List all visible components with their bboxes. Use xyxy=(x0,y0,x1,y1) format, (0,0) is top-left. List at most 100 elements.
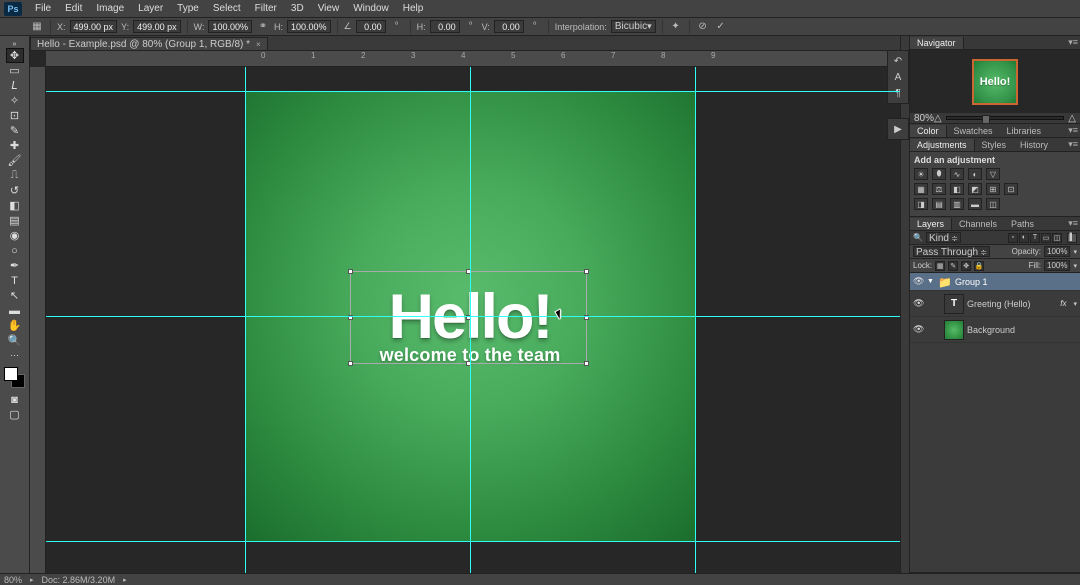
menu-filter[interactable]: Filter xyxy=(248,1,284,16)
brightness-icon[interactable]: ☀ xyxy=(914,168,928,180)
menu-layer[interactable]: Layer xyxy=(131,1,170,16)
filter-icon[interactable]: 🔍 xyxy=(913,233,923,242)
status-zoom[interactable]: 80% xyxy=(4,575,22,585)
gradient-tool[interactable]: ▤ xyxy=(6,213,24,228)
lock-pos-icon[interactable]: ✥ xyxy=(961,261,971,271)
character-mini-icon[interactable]: A xyxy=(890,69,906,85)
filter-toggle[interactable]: ▌ xyxy=(1067,233,1077,243)
menu-view[interactable]: View xyxy=(311,1,347,16)
zoom-out-icon[interactable]: △ xyxy=(934,113,942,124)
guide-vertical[interactable] xyxy=(470,67,471,573)
tab-history[interactable]: History xyxy=(1013,139,1055,151)
color-swatch[interactable] xyxy=(4,367,25,388)
navigator-thumbnail[interactable]: Hello! xyxy=(972,59,1018,105)
panel-menu-icon[interactable]: ▾≡ xyxy=(1068,139,1078,150)
fx-expand-icon[interactable]: ▾ xyxy=(1073,300,1080,308)
menu-help[interactable]: Help xyxy=(396,1,431,16)
filter-adjust-icon[interactable]: ◐ xyxy=(1019,233,1029,243)
gradientmap-icon[interactable]: ▬ xyxy=(968,198,982,210)
tab-channels[interactable]: Channels xyxy=(952,218,1004,230)
h-input[interactable]: 100.00% xyxy=(287,20,331,33)
menu-select[interactable]: Select xyxy=(206,1,248,16)
marquee-tool[interactable]: ▭ xyxy=(6,63,24,78)
invert-icon[interactable]: ◨ xyxy=(914,198,928,210)
bw-icon[interactable]: ◧ xyxy=(950,183,964,195)
quickmask-icon[interactable]: ◙ xyxy=(6,392,24,407)
filter-pixel-icon[interactable]: ▫ xyxy=(1008,233,1018,243)
skewv-input[interactable]: 0.00 xyxy=(494,20,524,33)
guide-vertical[interactable] xyxy=(245,67,246,573)
transform-anchor-icon[interactable]: ▦ xyxy=(30,20,44,34)
ruler-horizontal[interactable]: 0 1 2 3 4 5 6 7 8 9 xyxy=(46,51,900,67)
tab-color[interactable]: Color xyxy=(910,125,947,137)
y-input[interactable]: 499.00 px xyxy=(133,20,181,33)
posterize-icon[interactable]: ▤ xyxy=(932,198,946,210)
skewh-input[interactable]: 0.00 xyxy=(430,20,460,33)
zoom-tool[interactable]: 🔍 xyxy=(6,333,24,348)
menu-window[interactable]: Window xyxy=(346,1,396,16)
blend-mode-dropdown[interactable]: Pass Through ≑ xyxy=(913,246,990,257)
type-tool[interactable]: T xyxy=(6,273,24,288)
menu-3d[interactable]: 3D xyxy=(284,1,311,16)
interpolation-dropdown[interactable]: Bicubic ▾ xyxy=(611,20,656,33)
levels-icon[interactable]: ⬮ xyxy=(932,168,946,180)
layer-name[interactable]: Background xyxy=(967,325,1015,335)
opacity-input[interactable]: 100% xyxy=(1044,246,1070,257)
tab-layers[interactable]: Layers xyxy=(910,218,952,230)
tab-adjustments[interactable]: Adjustments xyxy=(910,139,975,151)
status-doc-size[interactable]: Doc: 2.86M/3.20M xyxy=(42,575,116,585)
commit-transform-icon[interactable]: ✓ xyxy=(714,20,728,34)
status-menu-icon[interactable]: ▸ xyxy=(123,576,127,584)
transform-bounding-box[interactable] xyxy=(350,271,587,364)
actions-mini-icon[interactable]: ▶ xyxy=(890,121,906,137)
curves-icon[interactable]: ∿ xyxy=(950,168,964,180)
document-tab[interactable]: Hello - Example.psd @ 80% (Group 1, RGB/… xyxy=(30,37,268,50)
filter-shape-icon[interactable]: ▭ xyxy=(1041,233,1051,243)
lasso-tool[interactable]: 𝘓 xyxy=(6,78,24,93)
healing-tool[interactable]: ✚ xyxy=(6,138,24,153)
photofilter-icon[interactable]: ◩ xyxy=(968,183,982,195)
menu-edit[interactable]: Edit xyxy=(58,1,89,16)
lock-trans-icon[interactable]: ▦ xyxy=(935,261,945,271)
exposure-icon[interactable]: ◐ xyxy=(968,168,982,180)
filter-type-icon[interactable]: T xyxy=(1030,233,1040,243)
colorlookup-icon[interactable]: ⊡ xyxy=(1004,183,1018,195)
hue-icon[interactable]: ▦ xyxy=(914,183,928,195)
guide-vertical[interactable] xyxy=(695,67,696,573)
brush-tool[interactable]: 🖌 xyxy=(6,153,24,168)
pen-tool[interactable]: ✒ xyxy=(6,258,24,273)
expand-icon[interactable]: ▼ xyxy=(927,278,935,285)
cancel-transform-icon[interactable]: ⊘ xyxy=(696,20,710,34)
x-input[interactable]: 499.00 px xyxy=(70,20,118,33)
ruler-vertical[interactable] xyxy=(30,67,46,573)
vibrance-icon[interactable]: ▽ xyxy=(986,168,1000,180)
tab-libraries[interactable]: Libraries xyxy=(1000,125,1049,137)
channelmixer-icon[interactable]: ⊞ xyxy=(986,183,1000,195)
guide-horizontal[interactable] xyxy=(46,541,900,542)
layer-name[interactable]: Greeting (Hello) xyxy=(967,299,1031,309)
edit-toolbar-icon[interactable]: ⋯ xyxy=(6,348,24,363)
panel-menu-icon[interactable]: ▾≡ xyxy=(1068,125,1078,136)
selective-icon[interactable]: ◫ xyxy=(986,198,1000,210)
visibility-icon[interactable]: 👁 xyxy=(913,276,924,287)
blur-tool[interactable]: ◉ xyxy=(6,228,24,243)
tab-navigator[interactable]: Navigator xyxy=(910,37,964,49)
tab-paths[interactable]: Paths xyxy=(1004,218,1041,230)
link-icon[interactable]: ⚭ xyxy=(256,20,270,34)
navigator-body[interactable]: Hello! xyxy=(910,50,1080,113)
guide-horizontal[interactable] xyxy=(46,91,900,92)
tab-styles[interactable]: Styles xyxy=(975,139,1014,151)
tab-swatches[interactable]: Swatches xyxy=(947,125,1000,137)
threshold-icon[interactable]: ▥ xyxy=(950,198,964,210)
status-arrow-icon[interactable]: ▸ xyxy=(30,576,34,584)
history-brush-tool[interactable]: ↺ xyxy=(6,183,24,198)
path-tool[interactable]: ↖ xyxy=(6,288,24,303)
shape-tool[interactable]: ▬ xyxy=(6,303,24,318)
collapse-icon[interactable]: » xyxy=(6,40,24,48)
screenmode-icon[interactable]: ▢ xyxy=(6,407,24,422)
angle-input[interactable]: 0.00 xyxy=(356,20,386,33)
layer-text[interactable]: 👁 T Greeting (Hello) fx ▾ xyxy=(910,291,1080,317)
warp-icon[interactable]: ✦ xyxy=(669,20,683,34)
filter-smart-icon[interactable]: ◫ xyxy=(1052,233,1062,243)
dodge-tool[interactable]: ○ xyxy=(6,243,24,258)
